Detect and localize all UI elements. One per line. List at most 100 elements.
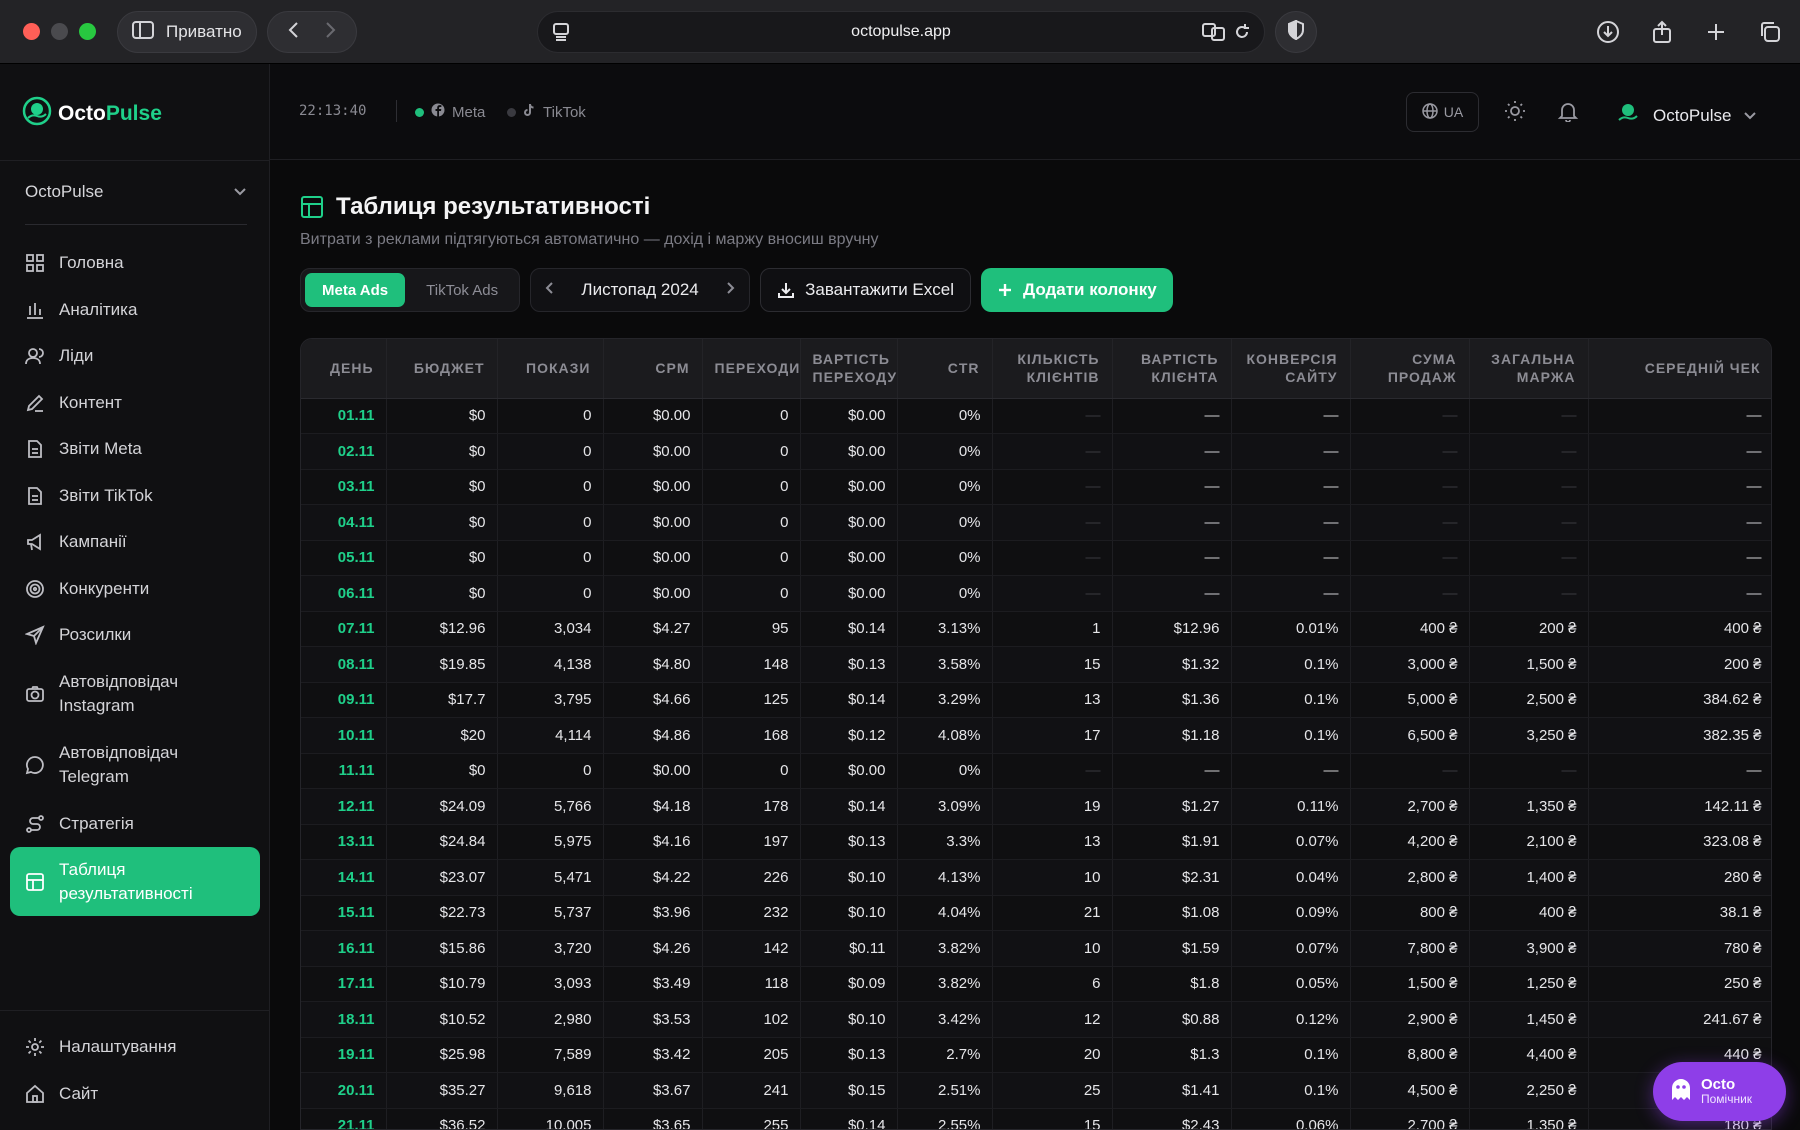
table-cell[interactable]: 0: [497, 575, 604, 612]
table-cell[interactable]: $22.73: [386, 895, 498, 931]
table-cell[interactable]: 0%: [897, 433, 993, 470]
table-cell[interactable]: 0.1%: [1231, 1072, 1351, 1109]
table-cell[interactable]: $4.86: [603, 717, 703, 754]
table-cell[interactable]: 95: [702, 611, 801, 647]
table-cell[interactable]: 1: [992, 611, 1113, 647]
table-cell[interactable]: —: [1588, 504, 1771, 541]
table-cell[interactable]: —: [992, 398, 1113, 434]
table-row[interactable]: 15.11 $22.73 5,737 $3.96 232 $0.10 4.04% 21 $1.0…: [301, 895, 1771, 931]
table-cell[interactable]: —: [1231, 753, 1351, 789]
table-cell[interactable]: 197: [702, 824, 801, 860]
forward-icon[interactable]: [323, 21, 337, 44]
table-cell[interactable]: $0.00: [800, 398, 898, 434]
table-cell[interactable]: 241: [702, 1072, 801, 1109]
table-cell[interactable]: $1.8: [1112, 966, 1232, 1002]
table-cell[interactable]: —: [1350, 753, 1470, 789]
table-row[interactable]: 18.11 $10.52 2,980 $3.53 102 $0.10 3.42% 12 $0.8…: [301, 1001, 1771, 1038]
table-cell[interactable]: 7,800 ₴: [1350, 930, 1470, 967]
table-cell[interactable]: $3.67: [603, 1072, 703, 1109]
table-cell[interactable]: 0: [497, 504, 604, 541]
table-cell[interactable]: 0%: [897, 504, 993, 541]
table-cell[interactable]: 1,350 ₴: [1469, 1108, 1589, 1129]
table-cell[interactable]: 142.11 ₴: [1588, 788, 1771, 825]
table-cell[interactable]: 1,250 ₴: [1469, 966, 1589, 1002]
table-cell[interactable]: 0: [497, 540, 604, 576]
table-cell[interactable]: 2.7%: [897, 1037, 993, 1073]
table-cell[interactable]: 4.08%: [897, 717, 993, 754]
table-cell[interactable]: —: [1350, 469, 1470, 505]
table-cell[interactable]: 3.42%: [897, 1001, 993, 1038]
table-cell[interactable]: 6: [992, 966, 1113, 1002]
table-cell[interactable]: $1.08: [1112, 895, 1232, 931]
table-cell[interactable]: $0.88: [1112, 1001, 1232, 1038]
table-cell[interactable]: 0.05%: [1231, 966, 1351, 1002]
sidebar-item-settings[interactable]: Налаштування: [10, 1024, 260, 1071]
table-cell[interactable]: —: [992, 433, 1113, 470]
table-cell[interactable]: 4,500 ₴: [1350, 1072, 1470, 1109]
table-cell[interactable]: 3.09%: [897, 788, 993, 825]
table-cell[interactable]: $0: [386, 540, 498, 576]
table-cell[interactable]: 102: [702, 1001, 801, 1038]
table-cell[interactable]: $0.11: [800, 930, 898, 967]
table-cell[interactable]: 0.06%: [1231, 1108, 1351, 1129]
table-cell[interactable]: —: [1112, 433, 1232, 470]
table-cell[interactable]: 25: [992, 1072, 1113, 1109]
table-cell[interactable]: $3.49: [603, 966, 703, 1002]
table-cell[interactable]: $0.00: [603, 398, 703, 434]
table-row[interactable]: 14.11 $23.07 5,471 $4.22 226 $0.10 4.13% 10 $2.3…: [301, 859, 1771, 896]
table-cell[interactable]: $0.00: [603, 575, 703, 612]
sidebar-item-reports-tiktok[interactable]: Звіти TikTok: [10, 473, 260, 520]
table-cell[interactable]: 205: [702, 1037, 801, 1073]
table-cell[interactable]: $0.00: [800, 753, 898, 789]
reload-icon[interactable]: [1234, 22, 1250, 47]
table-cell[interactable]: 0%: [897, 469, 993, 505]
table-cell[interactable]: 400 ₴: [1350, 611, 1470, 647]
table-row[interactable]: 05.11 $0 0 $0.00 0 $0.00 0% — — — — — —: [301, 540, 1771, 576]
table-cell[interactable]: 38.1 ₴: [1588, 895, 1771, 931]
table-cell[interactable]: $4.16: [603, 824, 703, 860]
table-cell[interactable]: $0.14: [800, 682, 898, 718]
table-cell[interactable]: $0.00: [800, 504, 898, 541]
table-cell[interactable]: —: [1469, 753, 1589, 789]
table-cell[interactable]: 800 ₴: [1350, 895, 1470, 931]
table-cell[interactable]: 2,980: [497, 1001, 604, 1038]
table-cell[interactable]: —: [1112, 504, 1232, 541]
table-cell[interactable]: $1.36: [1112, 682, 1232, 718]
table-cell[interactable]: 21: [992, 895, 1113, 931]
table-cell[interactable]: $0.15: [800, 1072, 898, 1109]
table-cell[interactable]: $1.27: [1112, 788, 1232, 825]
table-cell[interactable]: —: [1588, 398, 1771, 434]
table-row[interactable]: 08.11 $19.85 4,138 $4.80 148 $0.13 3.58% 15 $1.3…: [301, 646, 1771, 683]
tab-overview-icon[interactable]: [1752, 14, 1788, 50]
table-cell[interactable]: $0.00: [603, 504, 703, 541]
table-cell[interactable]: 0: [702, 504, 801, 541]
table-cell[interactable]: 15: [992, 646, 1113, 683]
table-row[interactable]: 11.11 $0 0 $0.00 0 $0.00 0% — — — — — —: [301, 753, 1771, 789]
table-cell[interactable]: —: [1350, 575, 1470, 612]
table-cell[interactable]: 2,100 ₴: [1469, 824, 1589, 860]
table-cell[interactable]: $0.13: [800, 1037, 898, 1073]
table-cell[interactable]: —: [1588, 753, 1771, 789]
table-cell[interactable]: 3.29%: [897, 682, 993, 718]
table-cell[interactable]: —: [1469, 504, 1589, 541]
table-cell[interactable]: 400 ₴: [1469, 895, 1589, 931]
table-cell[interactable]: $4.66: [603, 682, 703, 718]
table-cell[interactable]: —: [1588, 575, 1771, 612]
language-switcher[interactable]: UA: [1406, 92, 1479, 132]
table-cell[interactable]: 0.1%: [1231, 1037, 1351, 1073]
add-column-button[interactable]: Додати колонку: [981, 268, 1173, 312]
table-cell[interactable]: $15.86: [386, 930, 498, 967]
table-cell[interactable]: —: [992, 575, 1113, 612]
table-row[interactable]: 03.11 $0 0 $0.00 0 $0.00 0% — — — — — —: [301, 469, 1771, 505]
table-cell[interactable]: 168: [702, 717, 801, 754]
table-cell[interactable]: —: [1588, 540, 1771, 576]
share-icon[interactable]: [1644, 14, 1680, 50]
table-cell[interactable]: 4,114: [497, 717, 604, 754]
table-cell[interactable]: 178: [702, 788, 801, 825]
address-bar[interactable]: octopulse.app: [537, 11, 1265, 53]
table-cell[interactable]: 0.07%: [1231, 824, 1351, 860]
table-cell[interactable]: 200 ₴: [1588, 646, 1771, 683]
table-cell[interactable]: 226: [702, 859, 801, 896]
table-cell[interactable]: 1,450 ₴: [1469, 1001, 1589, 1038]
table-row[interactable]: 19.11 $25.98 7,589 $3.42 205 $0.13 2.7% 20 $1.3 0…: [301, 1037, 1771, 1073]
